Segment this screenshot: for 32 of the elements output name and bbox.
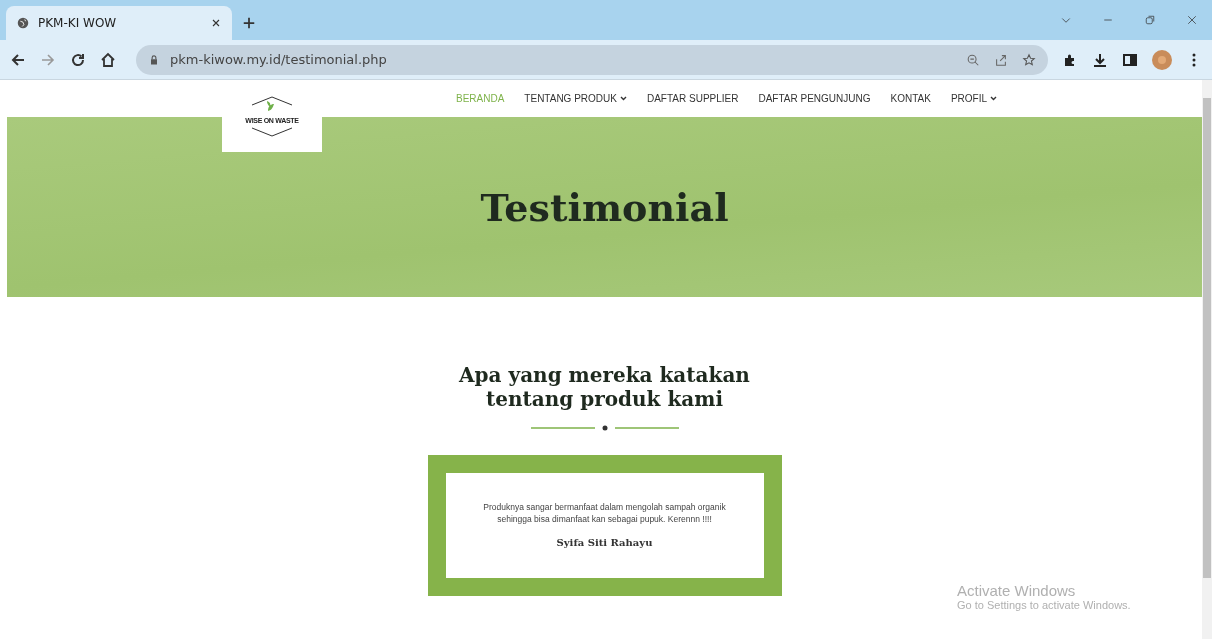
download-icon[interactable]	[1092, 51, 1108, 68]
page-title: Testimonial	[480, 184, 729, 230]
star-icon[interactable]	[1022, 52, 1036, 67]
nav-link[interactable]: PROFIL	[950, 93, 998, 104]
restore-icon[interactable]	[1144, 14, 1156, 26]
nav-link[interactable]: DAFTAR SUPPLIER	[646, 93, 739, 104]
chevron-down-icon	[990, 96, 998, 101]
activation-text: Go to Settings to activate Windows.	[957, 599, 1131, 611]
nav-link[interactable]: DAFTAR PENGUNJUNG	[758, 93, 871, 104]
browser-tab[interactable]: PKM-KI WOW	[6, 6, 232, 40]
side-panel-icon[interactable]	[1122, 51, 1138, 68]
share-icon[interactable]	[994, 52, 1008, 67]
forward-arrow-icon[interactable]	[40, 51, 56, 68]
plus-icon[interactable]	[242, 16, 256, 30]
back-arrow-icon[interactable]	[10, 51, 26, 68]
url-text: pkm-kiwow.my.id/testimonial.php	[170, 52, 388, 67]
nav-link[interactable]: TENTANG PRODUK	[524, 93, 627, 104]
home-icon[interactable]	[100, 51, 116, 68]
reload-icon[interactable]	[70, 51, 86, 68]
address-bar[interactable]: pkm-kiwow.my.id/testimonial.php	[136, 44, 1048, 75]
close-icon[interactable]	[210, 17, 222, 29]
section-heading: Apa yang mereka katakan tentang produk kami	[457, 363, 751, 411]
globe-icon	[16, 16, 30, 30]
lock-icon	[148, 53, 160, 66]
testimonial-author: Syifa Siti Rahayu	[555, 537, 654, 548]
scrollbar-thumb[interactable]	[1203, 98, 1211, 578]
zoom-out-icon[interactable]	[966, 52, 980, 67]
chevron-down-icon	[619, 96, 627, 101]
testimonial-quote: Produknya sangar bermanfaat dalam mengolah sampah organik sehingga bisa dimanfaat kan sebagai pupuk. Kerennn !!!!	[482, 501, 727, 525]
nav-link[interactable]: KONTAK	[890, 93, 931, 104]
avatar-icon[interactable]	[1152, 49, 1172, 70]
activation-title: Activate Windows	[957, 582, 1077, 599]
